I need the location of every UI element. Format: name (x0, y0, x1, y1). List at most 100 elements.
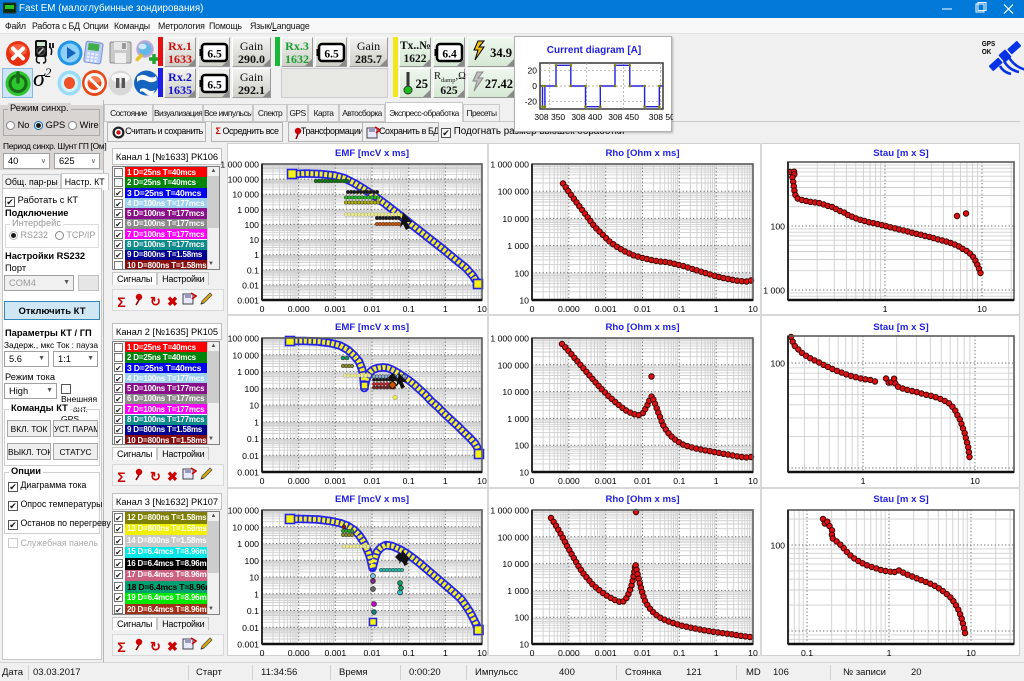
svg-text:0.000: 0.000 (558, 648, 580, 658)
svg-text:100: 100 (515, 441, 530, 451)
svg-text:1 000: 1 000 (237, 205, 259, 215)
svg-text:0.01: 0.01 (634, 648, 651, 658)
svg-text:10: 10 (477, 648, 487, 658)
svg-text:1: 1 (254, 250, 259, 260)
svg-text:308 50: 308 50 (649, 112, 673, 122)
svg-text:0.000: 0.000 (288, 648, 310, 658)
svg-text:308 450: 308 450 (608, 112, 639, 122)
svg-text:0.1: 0.1 (247, 606, 259, 616)
svg-text:100 000: 100 000 (228, 334, 260, 344)
svg-text:1 000 000: 1 000 000 (490, 506, 529, 516)
svg-text:10: 10 (970, 476, 980, 486)
svg-text:0.000: 0.000 (558, 476, 580, 486)
svg-text:1: 1 (887, 648, 892, 658)
svg-text:10: 10 (966, 648, 976, 658)
svg-text:0.1: 0.1 (247, 434, 259, 444)
svg-text:100 000: 100 000 (498, 187, 530, 197)
svg-text:10: 10 (519, 640, 529, 650)
svg-text:0.01: 0.01 (634, 304, 651, 314)
svg-text:100: 100 (771, 541, 786, 551)
svg-text:0: 0 (260, 648, 265, 658)
svg-text:10: 10 (477, 476, 487, 486)
svg-text:10 000: 10 000 (232, 190, 259, 200)
svg-text:EMF [mcV x ms]: EMF [mcV x ms] (335, 322, 409, 333)
svg-text:Rho [Ohm x ms]: Rho [Ohm x ms] (605, 322, 679, 333)
svg-text:EMF [mcV x ms]: EMF [mcV x ms] (335, 148, 409, 159)
svg-text:1 000 000: 1 000 000 (220, 160, 259, 170)
svg-text:Stau [m x S]: Stau [m x S] (873, 148, 928, 159)
svg-text:1: 1 (714, 304, 719, 314)
svg-text:10 000: 10 000 (232, 522, 259, 532)
svg-text:0: 0 (260, 304, 265, 314)
svg-text:0.01: 0.01 (242, 451, 259, 461)
svg-text:0.01: 0.01 (364, 648, 381, 658)
svg-text:0.01: 0.01 (242, 280, 259, 290)
svg-text:10: 10 (748, 648, 758, 658)
svg-text:0.01: 0.01 (242, 623, 259, 633)
svg-text:10: 10 (477, 304, 487, 314)
svg-text:1 000: 1 000 (507, 586, 529, 596)
svg-text:Stau [m x S]: Stau [m x S] (873, 322, 928, 333)
svg-text:0.01: 0.01 (364, 304, 381, 314)
svg-text:0.001: 0.001 (237, 640, 259, 650)
svg-text:20: 20 (528, 66, 538, 76)
svg-text:Rho [Ohm x ms]: Rho [Ohm x ms] (605, 148, 679, 159)
svg-text:100: 100 (771, 359, 786, 369)
svg-text:-20: -20 (525, 96, 538, 106)
svg-text:10 000: 10 000 (232, 350, 259, 360)
svg-text:Stau [m x S]: Stau [m x S] (873, 494, 928, 505)
svg-text:10: 10 (977, 304, 987, 314)
svg-text:0.001: 0.001 (324, 476, 346, 486)
svg-text:0.001: 0.001 (324, 648, 346, 658)
svg-text:10: 10 (519, 468, 529, 478)
svg-text:10: 10 (748, 476, 758, 486)
svg-text:100: 100 (771, 222, 786, 232)
svg-text:10 000: 10 000 (502, 214, 529, 224)
svg-text:0.1: 0.1 (403, 648, 415, 658)
svg-text:1: 1 (254, 589, 259, 599)
svg-text:1: 1 (443, 648, 448, 658)
svg-text:10: 10 (249, 235, 259, 245)
svg-text:0.1: 0.1 (403, 304, 415, 314)
svg-text:100: 100 (515, 268, 530, 278)
svg-text:1: 1 (443, 304, 448, 314)
svg-text:0.1: 0.1 (403, 476, 415, 486)
svg-text:0.1: 0.1 (673, 648, 685, 658)
svg-text:10: 10 (249, 401, 259, 411)
svg-text:1 000: 1 000 (237, 539, 259, 549)
svg-text:EMF [mcV x ms]: EMF [mcV x ms] (335, 494, 409, 505)
svg-text:0.001: 0.001 (237, 468, 259, 478)
svg-text:0.01: 0.01 (364, 476, 381, 486)
svg-text:100: 100 (245, 220, 260, 230)
svg-text:1: 1 (254, 417, 259, 427)
svg-text:100: 100 (515, 613, 530, 623)
svg-text:1 000 000: 1 000 000 (490, 160, 529, 170)
svg-text:0.000: 0.000 (288, 476, 310, 486)
svg-text:0.001: 0.001 (237, 296, 259, 306)
svg-text:0.001: 0.001 (324, 304, 346, 314)
svg-text:0.000: 0.000 (558, 304, 580, 314)
svg-text:1 000 000: 1 000 000 (490, 334, 529, 344)
svg-text:0.000: 0.000 (288, 304, 310, 314)
svg-text:0.01: 0.01 (634, 476, 651, 486)
svg-text:10: 10 (748, 304, 758, 314)
svg-text:0.1: 0.1 (673, 476, 685, 486)
svg-text:1 000: 1 000 (507, 414, 529, 424)
svg-text:1 000: 1 000 (763, 286, 785, 296)
svg-text:0.001: 0.001 (595, 304, 617, 314)
svg-text:1: 1 (883, 304, 888, 314)
svg-text:1 000: 1 000 (237, 367, 259, 377)
svg-text:308 350: 308 350 (534, 112, 565, 122)
svg-text:100 000: 100 000 (228, 175, 260, 185)
svg-text:1: 1 (443, 476, 448, 486)
svg-text:0.1: 0.1 (801, 648, 813, 658)
svg-text:0: 0 (530, 304, 535, 314)
svg-text:1: 1 (714, 476, 719, 486)
svg-text:10: 10 (249, 573, 259, 583)
svg-text:Rho [Ohm x ms]: Rho [Ohm x ms] (605, 494, 679, 505)
svg-text:100 000: 100 000 (498, 360, 530, 370)
svg-text:308 400: 308 400 (571, 112, 602, 122)
svg-text:100 000: 100 000 (498, 532, 530, 542)
svg-text:100: 100 (245, 556, 260, 566)
svg-text:100: 100 (245, 384, 260, 394)
